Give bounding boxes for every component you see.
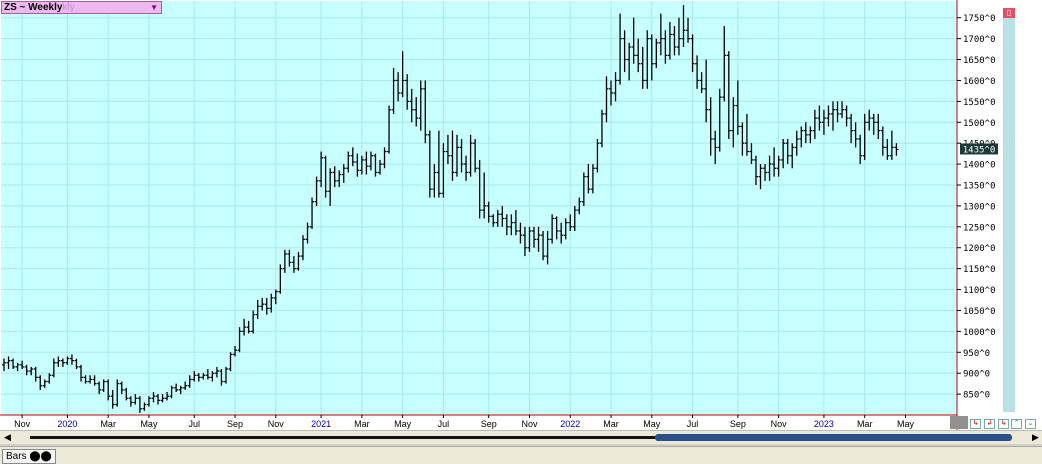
scroll-back-icon[interactable]: ↲ [984, 419, 995, 429]
x-tick-label: Mar [354, 419, 370, 429]
expand-up-icon[interactable]: ⌃ [1011, 419, 1022, 429]
symbol-label-ghost: kly [62, 2, 75, 13]
y-tick-label: 1650^0 [963, 56, 996, 66]
chart-window: 850^0 900^0 950^0 1000^0 1050^0 1100^0 1150^0 1… [0, 0, 1042, 430]
x-tick-label: 2020 [57, 419, 77, 429]
last-price-label: 1435^0 [963, 145, 996, 155]
x-axis: Nov 2020 Mar May Jul Sep Nov 2021 Mar May Jul Sep No… [0, 414, 957, 429]
symbol-label: ZS ~ Weekly [4, 2, 63, 13]
scroll-thumb[interactable] [655, 434, 1012, 441]
y-tick-label: 1700^0 [963, 35, 996, 45]
x-tick-label: Jul [438, 419, 450, 429]
symbol-dropdown[interactable]: ZS ~ Weeklykly ▼ [1, 1, 162, 14]
y-tick-label: 900^0 [963, 370, 990, 380]
y-tick-label: 1200^0 [963, 244, 996, 254]
x-tick-label: Mar [857, 419, 873, 429]
x-tick-label: 2022 [560, 419, 580, 429]
x-tick-label: May [394, 419, 412, 429]
scroll-home-icon[interactable]: ↳ [970, 419, 981, 429]
x-tick-label: May [897, 419, 915, 429]
x-tick-label: Mar [100, 419, 116, 429]
x-tick-label: 2023 [814, 419, 834, 429]
x-tick-label: May [140, 419, 158, 429]
y-tick-label: 1500^0 [963, 119, 996, 129]
chevron-down-icon: ▼ [150, 3, 158, 12]
y-tick-label: 1050^0 [963, 307, 996, 317]
double-circle-icon: ⬤⬤ [29, 451, 52, 462]
scroll-left-icon[interactable]: ◀ [4, 432, 11, 443]
x-tick-label: Jul [687, 419, 699, 429]
y-axis: 850^0 900^0 950^0 1000^0 1050^0 1100^0 1150^0 1… [956, 0, 996, 430]
collapse-down-icon[interactable]: ⌄ [1025, 419, 1036, 429]
status-bar: Bars ⬤⬤ [0, 446, 1042, 464]
panel-toggle-icon[interactable]: ▯ [1003, 8, 1015, 18]
y-tick-label: 1600^0 [963, 77, 996, 87]
y-tick-label: 1300^0 [963, 202, 996, 212]
x-tick-label: Nov [14, 419, 31, 429]
x-tick-label: Sep [481, 419, 497, 429]
y-tick-label: 1550^0 [963, 98, 996, 108]
bars-tab[interactable]: Bars ⬤⬤ [2, 449, 56, 464]
y-tick-label: 1150^0 [963, 265, 996, 275]
y-tick-label: 1750^0 [963, 14, 996, 24]
y-tick-label: 850^0 [963, 391, 990, 401]
x-tick-label: Nov [268, 419, 285, 429]
x-tick-label: Mar [603, 419, 619, 429]
y-tick-label: 1350^0 [963, 182, 996, 192]
y-tick-label: 1250^0 [963, 223, 996, 233]
x-tick-label: Jul [189, 419, 201, 429]
scroll-right-icon[interactable]: ▶ [1032, 432, 1039, 443]
horizontal-scrollbar[interactable]: ◀ ▶ [0, 430, 1042, 444]
zoom-in-icon[interactable]: ↳ [998, 419, 1009, 429]
x-axis-date-flag [950, 416, 968, 429]
x-tick-label: Sep [227, 419, 243, 429]
y-tick-label: 950^0 [963, 349, 990, 359]
bars-tab-label: Bars [6, 451, 27, 462]
x-tick-label: Nov [771, 419, 788, 429]
y-tick-label: 1400^0 [963, 161, 996, 171]
last-price-flag: 1435^0 [960, 143, 998, 155]
price-chart[interactable]: 850^0 900^0 950^0 1000^0 1050^0 1100^0 1150^0 1… [0, 0, 1042, 430]
x-tick-label: Nov [521, 419, 538, 429]
y-tick-label: 1100^0 [963, 286, 996, 296]
x-tick-label: 2021 [311, 419, 331, 429]
y-tick-label: 1000^0 [963, 328, 996, 338]
x-tick-label: Sep [730, 419, 746, 429]
x-tick-label: May [643, 419, 661, 429]
right-panel-strip [1003, 8, 1015, 412]
